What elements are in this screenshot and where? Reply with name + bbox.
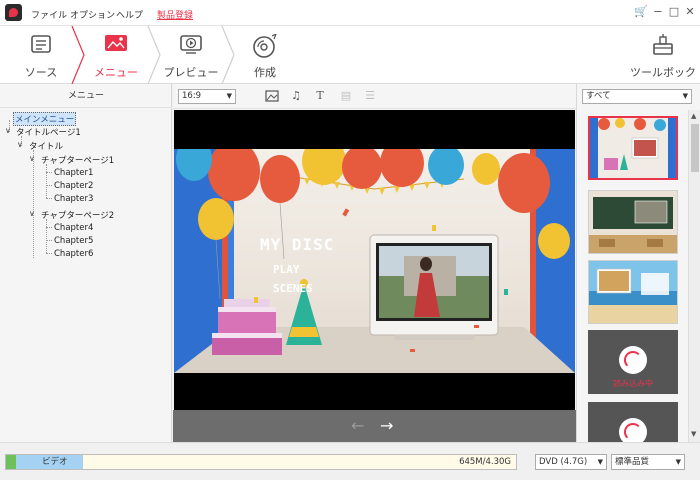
minimize-icon[interactable]: −	[651, 5, 665, 19]
step-menu[interactable]: メニュー	[80, 26, 152, 84]
expand-arrow-icon[interactable]: ∨	[29, 154, 35, 163]
spinner-icon	[619, 346, 647, 374]
disc-type-value: DVD (4.7G)	[539, 457, 588, 467]
tree-item-title[interactable]: タイトル	[29, 140, 63, 152]
play-button[interactable]: PLAY	[273, 263, 300, 276]
capacity-menu-fill	[6, 455, 16, 469]
menu-file[interactable]: ファイル	[31, 8, 67, 21]
scroll-thumb[interactable]	[691, 124, 699, 172]
menu-tree-panel: メニュー メインメニュー ∨ タイトルページ1 ∨ タイトル ∨ チャプターペー…	[0, 84, 172, 442]
template-thumbnail[interactable]	[588, 190, 678, 254]
prev-page-arrow-icon[interactable]: ←	[351, 416, 364, 435]
maximize-icon[interactable]: □	[667, 5, 681, 19]
app-logo	[5, 4, 22, 21]
toolbox-icon	[653, 34, 673, 55]
quality-select[interactable]: 標準品質 ▼	[611, 454, 685, 470]
spinner-ring	[624, 423, 642, 441]
tree-item-main-menu[interactable]: メインメニュー	[13, 112, 77, 126]
step-preview[interactable]: プレビュー	[156, 26, 226, 84]
spinner-ring	[624, 351, 642, 369]
tree-line	[46, 219, 47, 253]
menu-background-scene: MY DISC PLAY SCENES	[174, 149, 575, 373]
image-icon[interactable]	[265, 89, 279, 103]
expand-arrow-icon[interactable]: ∨	[29, 209, 35, 218]
menu-editor: 16:9 ▼ ♫ T ▤ ☰ MY DISC PLAY SCENES ← →	[173, 84, 576, 442]
menu-help[interactable]: ヘルプ	[116, 8, 143, 21]
tree-line	[46, 164, 47, 198]
tree-line	[46, 185, 52, 186]
cart-icon[interactable]: 🛒	[634, 5, 648, 19]
step-menu-label: メニュー	[94, 66, 138, 79]
step-burn-label: 作成	[254, 66, 276, 79]
tree-line	[46, 172, 52, 173]
tree-item-chapter[interactable]: Chapter4	[54, 223, 93, 233]
scroll-up-icon[interactable]: ▲	[691, 112, 696, 120]
tree-item-chapter[interactable]: Chapter6	[54, 249, 93, 259]
scroll-down-icon[interactable]: ▼	[691, 430, 696, 438]
status-bar: ビデオ 645M/4.30G DVD (4.7G) ▼ 標準品質 ▼	[0, 442, 700, 480]
tree-item-chapter[interactable]: Chapter2	[54, 181, 93, 191]
chevron-down-icon: ▼	[682, 92, 688, 100]
music-icon[interactable]: ♫	[289, 89, 303, 103]
expand-arrow-icon[interactable]: ∨	[17, 140, 23, 149]
tree-item-chapter[interactable]: Chapter1	[54, 168, 93, 178]
menu-icon	[105, 35, 127, 51]
step-preview-label: プレビュー	[163, 66, 219, 79]
capacity-video-label: ビデオ	[42, 457, 68, 467]
tree-item-chapter-page-1[interactable]: チャプターページ1	[41, 154, 114, 166]
tree-line	[46, 227, 52, 228]
register-link[interactable]: 製品登録	[157, 8, 193, 21]
template-classroom-preview	[589, 191, 677, 253]
toolbox-button[interactable]: ツールボックス	[626, 26, 700, 95]
disc-capacity-bar: ビデオ 645M/4.30G	[5, 454, 517, 470]
menu-options[interactable]: オプション	[70, 8, 115, 21]
template-thumbnail[interactable]	[588, 116, 678, 180]
expand-arrow-icon[interactable]: ∨	[5, 126, 11, 135]
party-scene-art	[174, 149, 575, 373]
title-bar: ファイル オプション ヘルプ 製品登録 🛒 − □ ✕	[0, 0, 700, 26]
next-page-arrow-icon[interactable]: →	[380, 416, 393, 435]
capacity-size-text: 645M/4.30G	[459, 457, 511, 467]
tree-line	[33, 150, 34, 258]
aspect-ratio-select[interactable]: 16:9 ▼	[178, 89, 236, 104]
loading-text: 読み込み中	[613, 379, 653, 388]
quality-value: 標準品質	[615, 457, 650, 467]
disc-type-select[interactable]: DVD (4.7G) ▼	[535, 454, 607, 470]
tree-item-chapter[interactable]: Chapter5	[54, 236, 93, 246]
page-navigation-bar: ← →	[173, 410, 576, 442]
template-panel: すべて ▼ 読み込み中 ▲ ▼	[576, 84, 700, 446]
tree-line	[46, 240, 52, 241]
template-beach-preview	[589, 261, 677, 323]
chevron-down-icon: ▼	[226, 92, 232, 100]
menu-preview[interactable]: MY DISC PLAY SCENES	[174, 110, 575, 410]
chevron-down-icon: ▼	[675, 458, 681, 466]
menu-tree-header: メニュー	[0, 84, 172, 108]
preview-icon	[180, 35, 202, 54]
chevron-down-icon: ▼	[597, 458, 603, 466]
disc-title[interactable]: MY DISC	[260, 235, 334, 254]
scenes-button[interactable]: SCENES	[273, 282, 313, 295]
tree-line	[46, 253, 52, 254]
template-loading-tile	[588, 402, 678, 446]
template-scrollbar[interactable]: ▲ ▼	[688, 110, 700, 442]
text-icon[interactable]: T	[313, 89, 327, 103]
step-burn[interactable]: 作成	[232, 26, 298, 84]
tree-item-chapter[interactable]: Chapter3	[54, 194, 93, 204]
tree-line	[46, 198, 52, 199]
template-thumbnail[interactable]	[588, 260, 678, 324]
template-filter-value: すべて	[586, 91, 611, 101]
tree-item-title-page[interactable]: タイトルページ1	[16, 126, 81, 138]
close-icon[interactable]: ✕	[683, 5, 697, 19]
copy-icon: ▤	[340, 89, 352, 102]
source-icon	[31, 35, 51, 53]
template-filter-select[interactable]: すべて ▼	[582, 89, 692, 104]
document-icon: ☰	[365, 89, 375, 102]
tree-item-chapter-page-2[interactable]: チャプターページ2	[41, 209, 114, 221]
template-loading-tile: 読み込み中	[588, 330, 678, 394]
burn-disc-icon	[253, 34, 277, 58]
editor-toolbar: 16:9 ▼ ♫ T ▤ ☰	[173, 84, 576, 109]
template-birthday-preview	[590, 118, 676, 178]
steps-toolbar: ソース メニュー プレビュー 作成 ツールボック	[0, 26, 700, 95]
aspect-ratio-value: 16:9	[182, 91, 202, 101]
